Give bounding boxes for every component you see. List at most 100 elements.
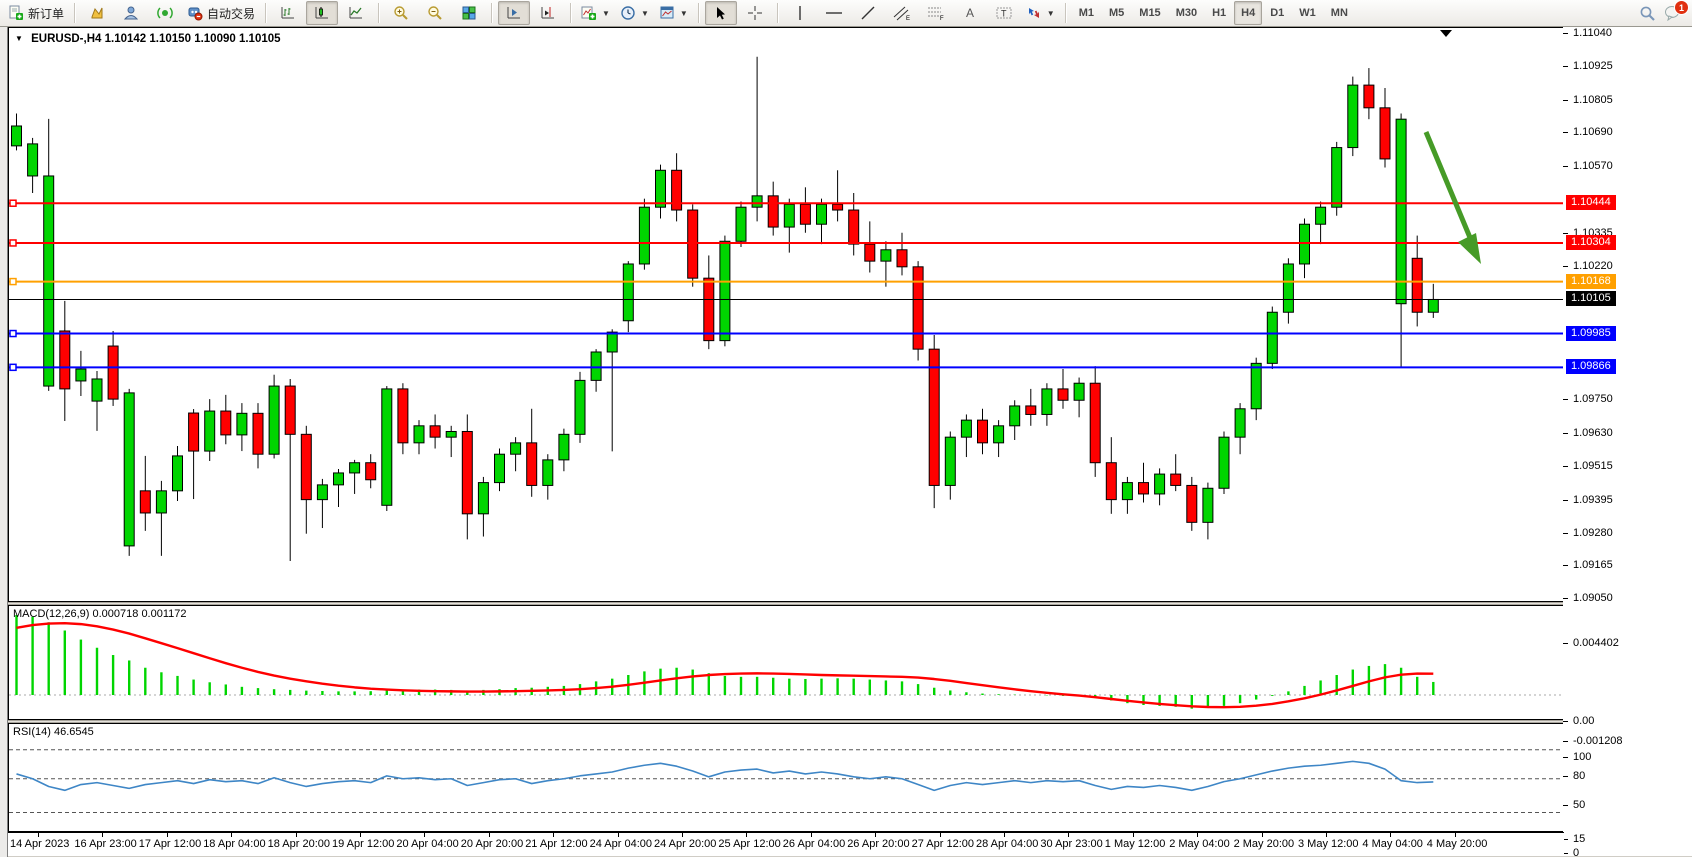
notifications-button[interactable]: 1 [1664,5,1682,21]
time-label: 4 May 04:00 [1362,838,1423,850]
trendline-button[interactable] [852,1,884,25]
main-chart[interactable]: ▼ EURUSD-,H4 1.10142 1.10150 1.10090 1.1… [8,27,1564,602]
timeframe-bar: M1M5M15M30H1H4D1W1MN [1072,1,1355,25]
macd-axis-min: -0.001208 [1573,735,1623,747]
candlestick-chart-button[interactable] [306,1,338,25]
horizontal-line-button[interactable] [818,1,850,25]
profiles-button[interactable] [115,1,147,25]
macd-panel[interactable]: MACD(12,26,9) 0.000718 0.001172 [8,605,1564,720]
price-level-label: 1.09985 [1566,326,1616,341]
macd-canvas[interactable] [9,606,1563,719]
arrows-button[interactable]: ▼ [1022,1,1059,25]
axis-tick [1563,741,1568,742]
new-order-label: 新订单 [28,5,64,22]
timeframe-m1[interactable]: M1 [1072,1,1101,25]
signals-button[interactable] [149,1,181,25]
time-axis[interactable]: 14 Apr 202316 Apr 23:0017 Apr 12:0018 Ap… [8,832,1564,857]
chevron-down-icon: ▼ [641,9,649,18]
zoom-out-icon [427,5,443,21]
cursor-button[interactable] [705,1,737,25]
price-tick: 1.09630 [1573,427,1613,439]
bar-chart-button[interactable] [272,1,304,25]
zoom-out-button[interactable] [419,1,451,25]
axis-tick [1563,757,1568,758]
axis-tick [1563,500,1568,501]
bar-chart-icon [280,5,296,21]
time-label: 20 Apr 20:00 [461,838,523,850]
time-label: 27 Apr 12:00 [912,838,974,850]
rsi-panel[interactable]: RSI(14) 46.6545 [8,723,1564,832]
timeframe-w1[interactable]: W1 [1292,1,1323,25]
separator [378,3,379,23]
price-tick: 1.10570 [1573,160,1613,172]
templates-button[interactable]: ▼ [655,1,692,25]
timeframe-d1[interactable]: D1 [1263,1,1291,25]
new-order-button[interactable]: 新订单 [4,1,68,25]
fibonacci-button[interactable]: F [920,1,952,25]
tile-windows-icon [461,5,477,21]
rsi-axis-15: 15 [1573,833,1585,845]
equidistant-channel-button[interactable]: E [886,1,918,25]
price-axis[interactable]: 1.110401.109251.108051.106901.105701.103… [1563,27,1692,832]
axis-tick [1563,399,1568,400]
text-button[interactable]: A [954,1,986,25]
charts-button[interactable] [81,1,113,25]
timeframe-h1[interactable]: H1 [1205,1,1233,25]
time-label: 24 Apr 04:00 [590,838,652,850]
chart-symbol: EURUSD-,H4 [31,33,101,45]
autotrading-button[interactable]: 自动交易 [183,1,259,25]
svg-text:T: T [1001,9,1007,19]
vertical-line-button[interactable] [784,1,816,25]
notification-badge: 1 [1674,0,1689,15]
time-label: 2 May 20:00 [1234,838,1295,850]
ohlc-open: 1.10142 [105,33,147,45]
svg-text:A: A [966,6,974,20]
periods-button[interactable]: ▼ [616,1,653,25]
axis-tick [1563,166,1568,167]
crosshair-button[interactable] [739,1,771,25]
ohlc-high: 1.10150 [149,33,191,45]
time-label: 1 May 12:00 [1105,838,1166,850]
time-tick [618,833,619,837]
time-tick [1197,833,1198,837]
time-label: 17 Apr 12:00 [139,838,201,850]
timeframe-m30[interactable]: M30 [1169,1,1204,25]
time-tick [167,833,168,837]
rsi-canvas[interactable] [9,724,1563,831]
price-tick: 1.09165 [1573,559,1613,571]
macd-label: MACD(12,26,9) 0.000718 0.001172 [13,608,187,620]
axis-tick [1563,721,1568,722]
time-tick [1455,833,1456,837]
time-label: 18 Apr 20:00 [268,838,330,850]
chart-shift-button[interactable] [532,1,564,25]
charts-icon [89,5,105,21]
zoom-in-button[interactable] [385,1,417,25]
macd-axis-zero: 0.00 [1573,715,1594,727]
tile-windows-button[interactable] [453,1,485,25]
timeframe-mn[interactable]: MN [1324,1,1355,25]
timeframe-m15[interactable]: M15 [1132,1,1167,25]
candlestick-canvas[interactable] [9,28,1563,601]
mt4-window: 新订单 自动交易 [0,0,1692,857]
search-icon[interactable] [1639,5,1656,22]
autoscroll-button[interactable] [498,1,530,25]
axis-tick [1563,565,1568,566]
timeframe-m5[interactable]: M5 [1102,1,1131,25]
line-chart-button[interactable] [340,1,372,25]
autotrading-label: 自动交易 [207,5,255,22]
symbol-dropdown-icon[interactable]: ▼ [15,34,23,43]
axis-tick [1563,433,1568,434]
label-button[interactable]: T [988,1,1020,25]
time-tick [489,833,490,837]
equidistant-channel-icon: E [893,5,911,21]
rsi-axis-50: 50 [1573,799,1585,811]
chevron-down-icon: ▼ [1047,9,1055,18]
ohlc-low: 1.10090 [194,33,236,45]
autotrading-icon [187,5,203,21]
timeframe-h4[interactable]: H4 [1234,1,1262,25]
vertical-line-icon [793,5,807,21]
indicators-button[interactable]: ▼ [577,1,614,25]
time-label: 21 Apr 12:00 [525,838,587,850]
time-label: 24 Apr 20:00 [654,838,716,850]
time-label: 26 Apr 04:00 [783,838,845,850]
